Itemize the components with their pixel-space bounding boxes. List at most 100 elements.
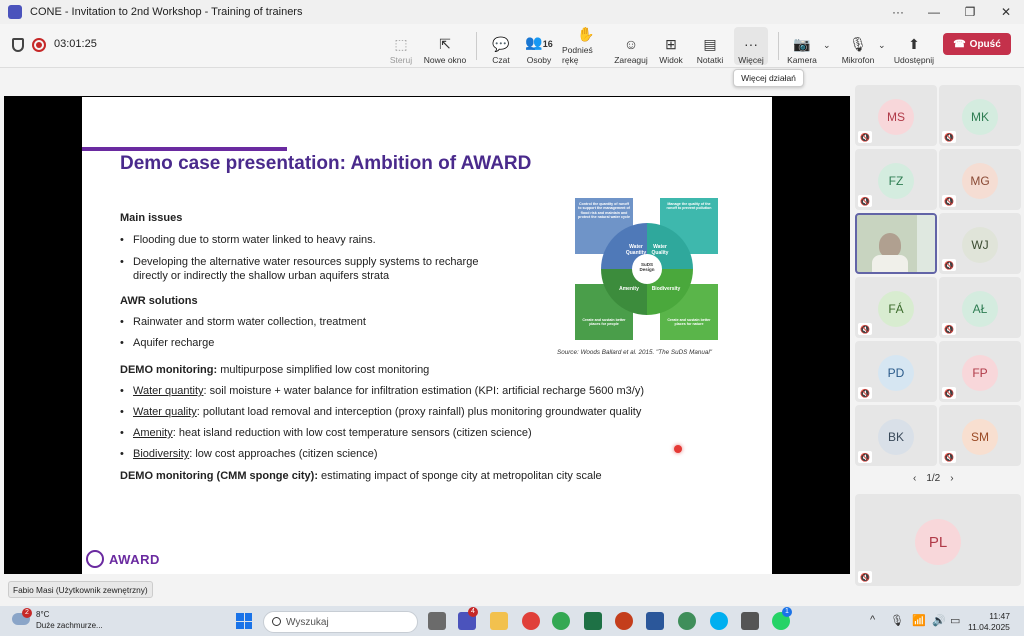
chevron-left-icon[interactable]: ‹ [913,473,916,484]
volume-icon[interactable]: 🔊 [932,614,946,627]
weather-badge: 2 [22,608,32,618]
avatar: PL [915,519,961,565]
microphone-button[interactable]: 🎙 Mikrofon [840,27,876,65]
react-button[interactable]: ☺ Zareaguj [614,27,648,65]
participant-tile[interactable]: MS 🔇 [855,85,937,146]
mic-muted-icon: 🔇 [858,571,872,583]
teams-app-icon[interactable]: 4 [458,607,478,630]
segment-label: Amenity [619,286,639,292]
participant-tile[interactable]: MG 🔇 [939,149,1021,210]
word-icon[interactable] [646,612,664,630]
avatar: MK [962,99,998,135]
segment-label: Biodiversity [651,286,681,292]
share-button[interactable]: ⬆ Udostępnij [892,27,936,65]
list-item: Flooding due to storm water linked to he… [120,234,500,246]
shield-icon [12,38,24,52]
participant-pager: ‹ 1/2 › [913,473,954,484]
avatar: BK [878,419,914,455]
chevron-right-icon[interactable]: › [950,473,953,484]
battery-icon[interactable]: ▭ [950,614,960,627]
wifi-icon[interactable]: 📶 [912,614,926,627]
toolbar-divider [778,32,779,60]
demo-monitoring-line: DEMO monitoring: multipurpose simplified… [120,364,430,376]
large-participant-tile[interactable]: PL 🔇 [855,494,1021,586]
presentation-slide: Demo case presentation: Ambition of AWAR… [82,97,772,574]
excel-icon[interactable] [584,612,602,630]
leave-button[interactable]: ☎ Opuść [943,33,1011,55]
people-icon: 👥 [525,34,543,50]
new-window-button[interactable]: ⇱ Nowe okno [423,27,467,65]
avatar: FÁ [878,291,914,327]
skype-icon[interactable] [710,612,728,630]
avatar: MG [962,163,998,199]
react-icon: ☺ [623,36,639,52]
avatar: MS [878,99,914,135]
camera-options-chevron-icon[interactable]: ⌄ [823,40,831,51]
mic-muted-icon: 🔇 [942,195,956,207]
participant-tile[interactable]: AŁ 🔇 [939,277,1021,338]
raise-hand-icon: ✋ [577,26,595,42]
participant-tile[interactable]: WJ 🔇 [939,213,1021,274]
weather-desc: Duże zachmurze... [36,621,103,630]
window-title: CONE - Invitation to 2nd Workshop - Trai… [30,6,303,18]
participant-tile[interactable]: SM 🔇 [939,405,1021,466]
search-icon [272,617,281,626]
minimize-button[interactable]: — [916,0,952,24]
settings-icon[interactable] [741,612,759,630]
view-icon: ⊞ [665,36,677,52]
browser-icon[interactable] [678,612,696,630]
system-clock[interactable]: 11:47 11.04.2025 [968,611,1010,633]
windows-start-icon[interactable] [236,613,252,629]
raise-hand-button[interactable]: ✋ Podnieś rękę [562,26,610,65]
tray-chevron-up-icon[interactable]: ^ [870,614,875,626]
close-button[interactable]: ✕ [988,0,1024,24]
powerpoint-icon[interactable] [615,612,633,630]
list-item: Water quality: pollutant load removal an… [120,406,740,418]
chat-button[interactable]: 💬 Czat [488,27,514,65]
mic-muted-icon: 🔇 [858,323,872,335]
whatsapp-badge: 1 [782,607,792,617]
more-button[interactable]: ··· Więcej [734,27,768,65]
chrome-icon[interactable] [522,612,540,630]
file-explorer-icon[interactable] [490,612,508,630]
participant-tile[interactable]: PD 🔇 [855,341,937,402]
notes-button[interactable]: ▤ Notatki [694,27,726,65]
whatsapp-icon[interactable]: 1 [772,607,792,630]
avatar: PD [878,355,914,391]
steer-button[interactable]: ⬚ Steruj [388,27,414,65]
people-count: 16 [542,39,553,49]
share-icon: ⬆ [908,36,920,52]
list-item: Water quantity: soil moisture + water ba… [120,385,740,397]
mic-muted-icon: 🔇 [858,131,872,143]
list-item: Rainwater and storm water collection, tr… [120,316,500,328]
participant-tile[interactable]: FZ 🔇 [855,149,937,210]
participant-tile[interactable]: FP 🔇 [939,341,1021,402]
microphone-options-chevron-icon[interactable]: ⌄ [878,40,886,51]
phone-hangup-icon: ☎ [953,38,966,50]
list-item: Biodiversity: low cost approaches (citiz… [120,448,740,460]
more-options-icon[interactable]: ··· [880,0,916,24]
windows-taskbar: 2 8°C Duże zachmurze... Wyszukaj 4 1 ^ 🎙… [0,606,1024,636]
recording-icon [32,38,46,52]
task-view-icon[interactable] [428,612,446,630]
more-actions-tooltip: Więcej działań [733,69,804,87]
camera-button[interactable]: 📷 Kamera [786,27,818,65]
avatar: SM [962,419,998,455]
participant-tile[interactable]: FÁ 🔇 [855,277,937,338]
avatar: WJ [962,227,998,263]
participant-tile[interactable]: BK 🔇 [855,405,937,466]
maximize-button[interactable]: ❐ [952,0,988,24]
laser-pointer [674,445,682,453]
segment-label: Water Quantity [625,244,647,256]
mic-tray-icon[interactable]: 🎙 [890,614,904,627]
taskbar-search-input[interactable]: Wyszukaj [263,611,418,633]
view-button[interactable]: ⊞ Widok [657,27,685,65]
participant-video-tile[interactable] [855,213,937,274]
chrome-profile-icon[interactable] [552,612,570,630]
mic-muted-icon: 🔇 [942,131,956,143]
main-issues-heading: Main issues [120,212,183,224]
meeting-timer: 03:01:25 [54,38,97,50]
participant-tile[interactable]: MK 🔇 [939,85,1021,146]
center-label: SuDS Design [639,262,655,272]
people-button[interactable]: 👥16 Osoby [524,27,554,65]
